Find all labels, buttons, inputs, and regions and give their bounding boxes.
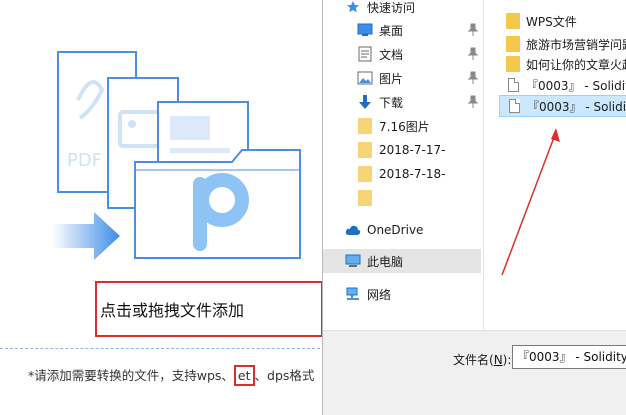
dialog-footer: 文件名(N): 『0003』 - Solidity <box>323 330 626 415</box>
folder-icon <box>357 166 373 182</box>
pdf-watermark-text: PDF <box>67 150 102 171</box>
filename-label: 文件名(N): <box>453 353 512 367</box>
download-arrow-icon <box>357 94 373 110</box>
nav-folder-716-label: 7.16图片 <box>379 119 430 134</box>
document-icon <box>505 77 521 93</box>
folder-icon <box>505 13 521 29</box>
nav-quick-access-label: 快速访问 <box>367 0 416 15</box>
filename-value: 『0003』 - Solidity <box>517 350 626 364</box>
network-icon <box>345 286 361 302</box>
file-item-label: 旅游市场营销学问题 <box>526 37 626 52</box>
file-drop-zone[interactable]: PDF 点击或拖拽文件添加 <box>0 0 323 352</box>
pin-icon <box>467 71 479 84</box>
nav-downloads[interactable]: 下载 <box>323 90 481 114</box>
nav-pictures-label: 图片 <box>379 71 404 86</box>
file-item-label: 『0003』 - Solidity <box>527 99 626 114</box>
folder-icon <box>505 36 521 52</box>
nav-quick-access[interactable]: 快速访问 <box>323 0 481 19</box>
file-item-tourism-folder[interactable]: 旅游市场营销学问题 <box>499 33 626 55</box>
star-icon <box>345 0 361 15</box>
pictures-icon <box>357 70 373 86</box>
drop-zone-border <box>0 348 320 349</box>
computer-icon <box>345 253 361 269</box>
nav-downloads-label: 下载 <box>379 95 404 110</box>
note-prefix: *请添加需要转换的文件，支持wps、 <box>28 368 234 383</box>
nav-documents[interactable]: 文档 <box>323 42 481 66</box>
navigation-pane: 快速访问 桌面 文档 图片 下载 7.16图片 2018-7-17- 2018-… <box>323 0 481 330</box>
nav-network-label: 网络 <box>367 287 392 302</box>
add-file-hint[interactable]: 点击或拖拽文件添加 <box>95 281 323 337</box>
supported-formats-note: *请添加需要转换的文件，支持wps、 et 、dps格式 <box>28 365 314 386</box>
documents-icon <box>357 46 373 62</box>
document-icon <box>506 98 522 114</box>
file-list: WPS文件 旅游市场营销学问题 如何让你的文章火起 『0003』 - Solid… <box>495 0 626 330</box>
pin-icon <box>467 95 479 108</box>
file-item-label: 『0003』 - Solidity <box>526 78 626 93</box>
add-file-hint-label: 点击或拖拽文件添加 <box>100 301 245 320</box>
nav-desktop[interactable]: 桌面 <box>323 18 481 42</box>
note-suffix: 、dps格式 <box>254 368 315 383</box>
nav-folder-2018-7-18-label: 2018-7-18- <box>379 167 446 181</box>
folder-icon <box>505 56 521 72</box>
nav-onedrive[interactable]: OneDrive <box>323 218 481 242</box>
filename-field[interactable]: 『0003』 - Solidity <box>512 345 626 369</box>
nav-documents-label: 文档 <box>379 47 404 62</box>
nav-folder-2018-7-18[interactable]: 2018-7-18- <box>323 162 481 186</box>
file-item-wps-folder[interactable]: WPS文件 <box>499 10 626 32</box>
cloud-icon <box>345 222 361 238</box>
folder-icon <box>357 190 373 206</box>
nav-pictures[interactable]: 图片 <box>323 66 481 90</box>
nav-network[interactable]: 网络 <box>323 282 481 306</box>
file-item-label: 如何让你的文章火起 <box>526 57 626 72</box>
pane-splitter[interactable] <box>483 0 484 330</box>
folder-icon <box>357 118 373 134</box>
nav-folder-2018-7-17[interactable]: 2018-7-17- <box>323 138 481 162</box>
file-open-dialog: 快速访问 桌面 文档 图片 下载 7.16图片 2018-7-17- 2018-… <box>322 0 626 415</box>
nav-onedrive-label: OneDrive <box>367 223 424 237</box>
desktop-icon <box>357 22 373 38</box>
file-item-label: WPS文件 <box>526 14 577 29</box>
file-item-article-folder[interactable]: 如何让你的文章火起 <box>499 53 626 75</box>
folder-icon <box>357 142 373 158</box>
et-format-highlight: et <box>233 365 255 386</box>
file-item-solidity-doc-2[interactable]: 『0003』 - Solidity <box>499 95 626 117</box>
nav-this-pc[interactable]: 此电脑 <box>323 249 481 273</box>
nav-desktop-label: 桌面 <box>379 23 404 38</box>
pin-icon <box>467 47 479 60</box>
nav-folder-2018-7-17-label: 2018-7-17- <box>379 143 446 157</box>
file-item-solidity-doc-1[interactable]: 『0003』 - Solidity <box>499 74 626 96</box>
document-illustration: PDF <box>52 51 301 260</box>
nav-folder-unnamed[interactable] <box>323 186 481 210</box>
pin-icon <box>467 23 479 36</box>
nav-folder-716[interactable]: 7.16图片 <box>323 114 481 138</box>
nav-this-pc-label: 此电脑 <box>367 254 404 269</box>
et-format-label: et <box>237 368 251 383</box>
